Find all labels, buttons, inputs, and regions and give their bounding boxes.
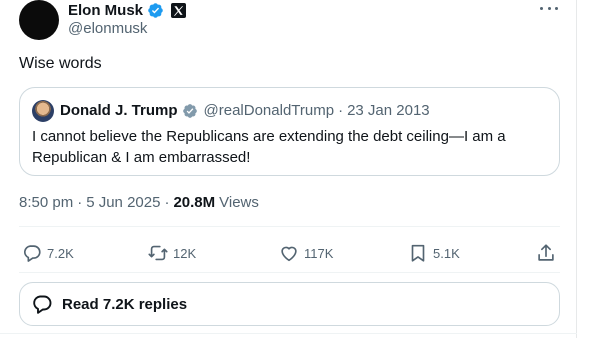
read-replies-label: Read 7.2K replies <box>62 295 188 313</box>
quoted-header: Donald J. Trump @realDonaldTrump · 23 Ja… <box>60 102 430 119</box>
quoted-text: I cannot believe the Republicans are ext… <box>32 128 506 166</box>
author-name-row: Elon Musk <box>68 0 187 20</box>
views-label: Views <box>219 194 259 211</box>
views-count: 20.8M <box>173 194 216 211</box>
share-icon <box>538 244 554 261</box>
author-avatar[interactable] <box>19 0 59 40</box>
meta-separator: · <box>164 194 170 211</box>
quoted-date[interactable]: 23 Jan 2013 <box>347 102 430 119</box>
reply-icon <box>24 245 41 262</box>
bookmark-count: 5.1K <box>433 245 460 261</box>
quoted-handle[interactable]: @realDonaldTrump <box>204 102 335 119</box>
repost-icon <box>148 245 168 261</box>
like-button[interactable]: 117K <box>278 238 333 268</box>
reply-bubble-icon <box>33 295 52 314</box>
action-bar: 7.2K 12K 117K 5.1K <box>19 238 560 268</box>
tweet-time[interactable]: 8:50 pm <box>19 194 73 211</box>
quoted-display-name[interactable]: Donald J. Trump <box>60 102 178 119</box>
tweet-date[interactable]: 5 Jun 2025 <box>86 194 160 211</box>
x-logo-icon[interactable] <box>171 2 187 18</box>
quoted-author-avatar[interactable] <box>32 100 54 122</box>
quoted-tweet[interactable]: Donald J. Trump @realDonaldTrump · 23 Ja… <box>19 87 560 176</box>
quoted-verified-badge-icon <box>182 103 198 119</box>
heart-icon <box>281 246 297 262</box>
verified-badge-icon[interactable] <box>147 2 164 19</box>
tweet-text: Wise words <box>19 55 102 72</box>
divider <box>19 226 560 227</box>
quoted-separator: · <box>338 102 344 119</box>
share-button[interactable] <box>535 238 557 268</box>
repost-count: 12K <box>173 245 197 261</box>
author-handle[interactable]: @elonmusk <box>68 20 147 37</box>
divider <box>19 272 560 273</box>
read-replies-button[interactable]: Read 7.2K replies <box>19 282 560 326</box>
bookmark-icon <box>411 244 425 262</box>
reply-button[interactable]: 7.2K <box>21 238 74 268</box>
meta-separator: · <box>77 194 83 211</box>
repost-button[interactable]: 12K <box>147 238 196 268</box>
reply-count: 7.2K <box>47 245 74 261</box>
like-count: 117K <box>304 245 334 261</box>
author-display-name[interactable]: Elon Musk <box>68 2 143 19</box>
tweet-meta: 8:50 pm · 5 Jun 2025 · 20.8M Views <box>19 194 259 211</box>
more-options-icon[interactable] <box>538 0 560 16</box>
bookmark-button[interactable]: 5.1K <box>407 238 460 268</box>
tweet-card: Elon Musk @elonmusk Wise words Donald J.… <box>0 0 577 338</box>
divider <box>0 333 577 334</box>
